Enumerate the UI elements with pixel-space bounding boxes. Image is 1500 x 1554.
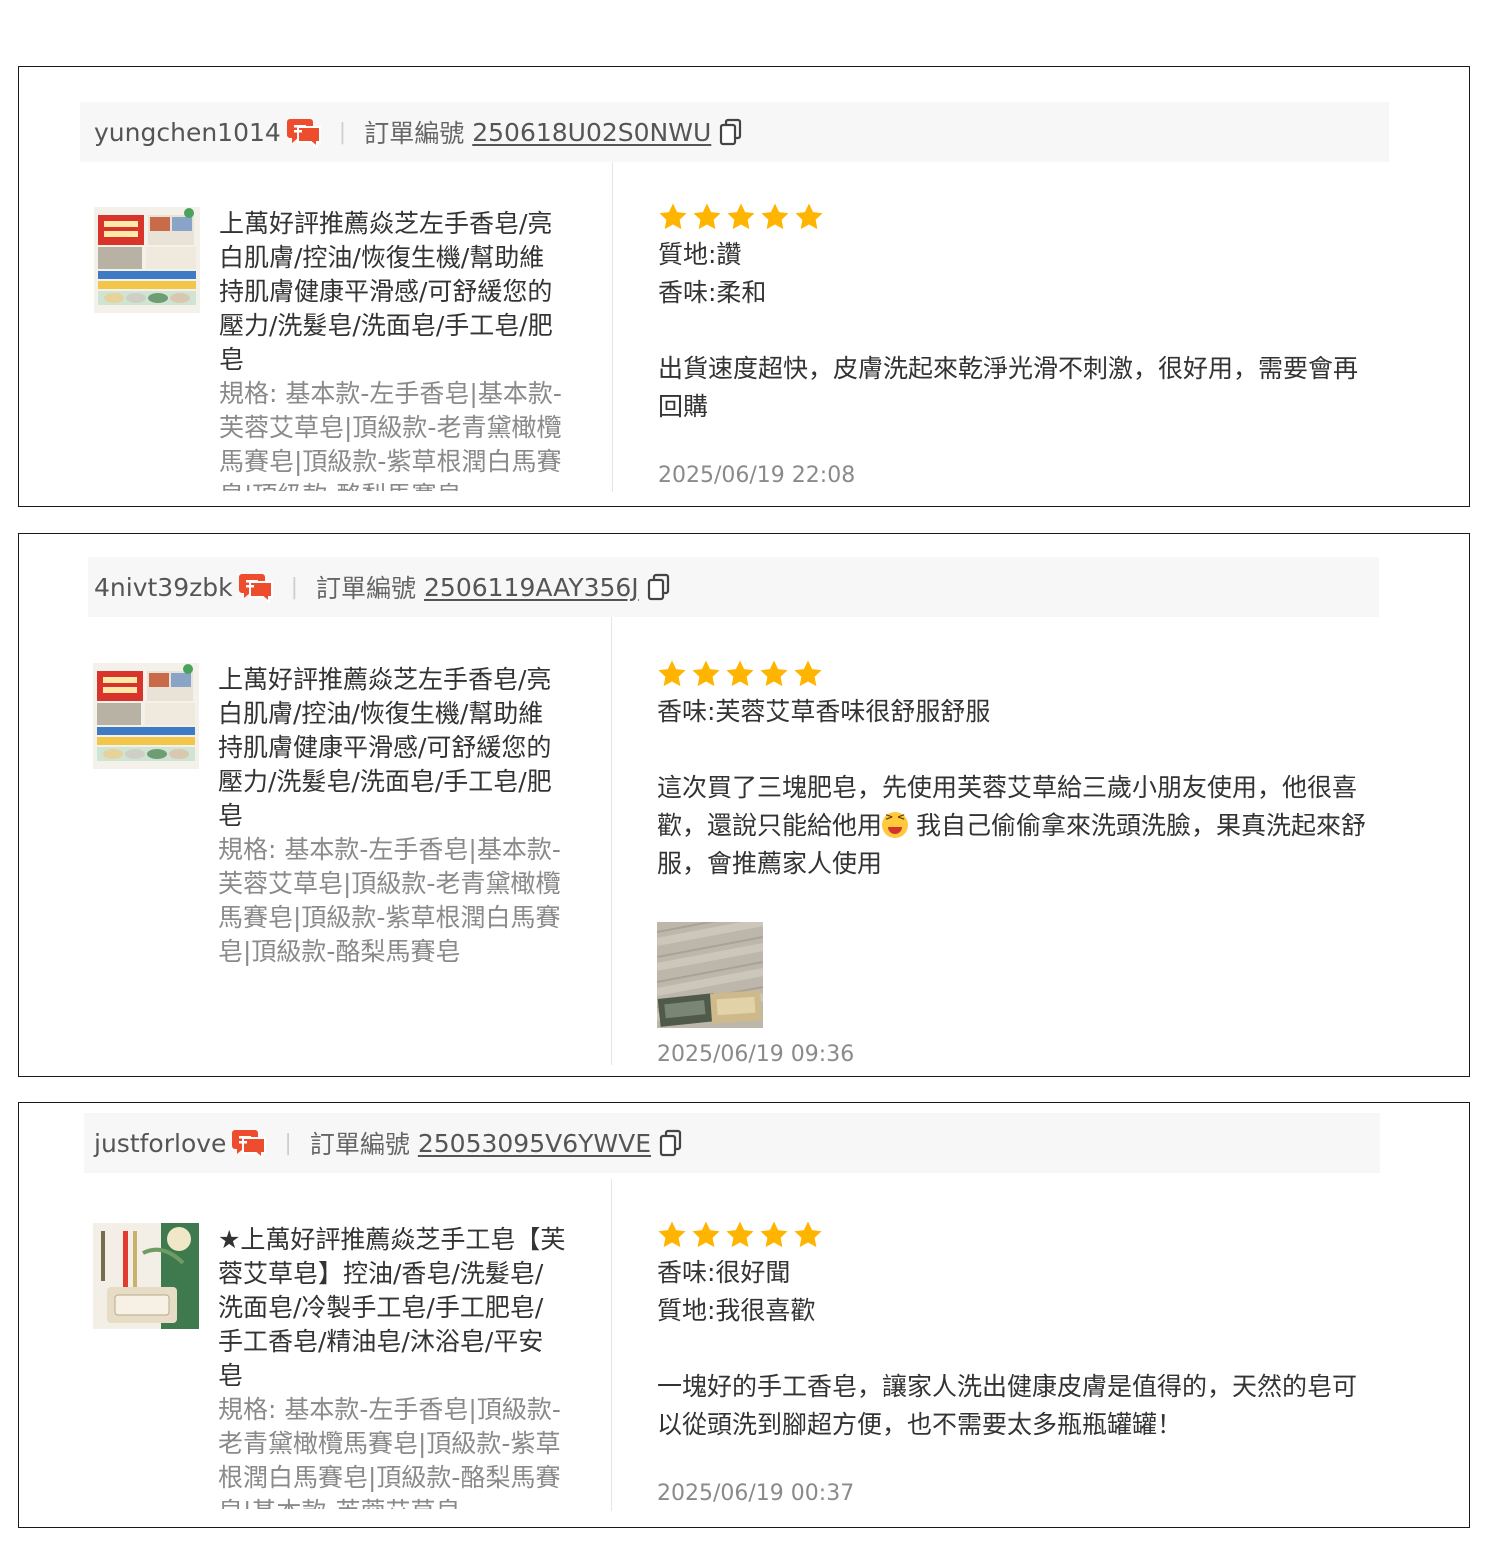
order-label: 訂單編號 — [309, 1130, 410, 1159]
review-content: 質地:讚 香味:柔和 出貨速度超快，皮膚洗起來乾淨光滑不刺激，很好用，需要會再回… — [658, 202, 1378, 426]
product-info: 上萬好評推薦焱芝左手香皂/亮白肌膚/控油/恢復生機/幫助維持肌膚健康平滑感/可舒… — [218, 663, 568, 973]
review-header: justforlove | 訂單編號 25053095V6YWVE — [84, 1113, 1380, 1173]
star-icon — [793, 659, 823, 689]
product-thumbnail[interactable] — [93, 1223, 199, 1329]
product-name[interactable]: ★上萬好評推薦焱芝手工皂【芙蓉艾草皂】控油/香皂/洗髮皂/洗面皂/冷製手工皂/手… — [218, 1223, 568, 1393]
product-info: 上萬好評推薦焱芝左手香皂/亮白肌膚/控油/恢復生機/幫助維持肌膚健康平滑感/可舒… — [219, 207, 569, 491]
order-label: 訂單編號 — [316, 574, 417, 603]
star-icon — [725, 659, 755, 689]
column-divider — [612, 162, 613, 492]
review-content: 香味:芙蓉艾草香味很舒服舒服 這次買了三塊肥皂，先使用芙蓉艾草給三歲小朋友使用，… — [657, 659, 1377, 883]
review-attribute: 香味:芙蓉艾草香味很舒服舒服 — [657, 697, 991, 726]
rating-stars — [657, 659, 1377, 689]
star-icon — [760, 202, 790, 232]
review-time: 2025/06/19 00:37 — [657, 1481, 855, 1506]
rating-stars — [657, 1220, 1377, 1250]
review-header: 4nivt39zbk | 訂單編號 2506119AAY356J — [88, 557, 1379, 617]
review-card: yungchen1014 | 訂單編號 250618U02S0NWU 上萬好評推… — [18, 66, 1470, 507]
buyer-username[interactable]: 4nivt39zbk — [94, 573, 233, 602]
product-thumbnail[interactable] — [93, 663, 199, 769]
star-icon — [759, 659, 789, 689]
review-card: justforlove | 訂單編號 25053095V6YWVE ★上萬好評推… — [18, 1102, 1470, 1528]
review-comment: 一塊好的手工香皂，讓家人洗出健康皮膚是值得的，￼天然的皂可以從頭洗到腳超方便，也… — [657, 1372, 1358, 1439]
chat-icon[interactable] — [232, 1126, 266, 1160]
review-time: 2025/06/19 22:08 — [658, 463, 856, 488]
star-icon — [657, 1220, 687, 1250]
product-variation: 規格: 基本款-左手香皂|基本款-芙蓉艾草皂|頂級款-老青黛橄欖馬賽皂|頂級款-… — [219, 379, 562, 491]
review-time: 2025/06/19 09:36 — [657, 1042, 855, 1067]
chat-icon[interactable] — [287, 115, 321, 149]
laughing-emoji-icon — [882, 812, 909, 838]
column-divider — [611, 1179, 612, 1511]
header-separator: | — [290, 574, 298, 600]
star-icon — [725, 1220, 755, 1250]
copy-icon[interactable] — [647, 573, 671, 601]
copy-icon[interactable] — [719, 118, 743, 146]
review-attribute: 質地:讚 — [658, 240, 742, 269]
review-attribute: 香味:柔和 — [658, 278, 767, 307]
order-number-link[interactable]: 2506119AAY356J — [424, 573, 639, 602]
product-variation: 規格: 基本款-左手香皂|頂級款-老青黛橄欖馬賽皂|頂級款-紫草根潤白馬賽皂|頂… — [218, 1395, 561, 1509]
star-icon — [759, 1220, 789, 1250]
chat-icon[interactable] — [239, 570, 273, 604]
review-attribute: 質地:我很喜歡 — [657, 1296, 816, 1325]
review-header: yungchen1014 | 訂單編號 250618U02S0NWU — [80, 102, 1389, 162]
star-icon — [794, 202, 824, 232]
product-name[interactable]: 上萬好評推薦焱芝左手香皂/亮白肌膚/控油/恢復生機/幫助維持肌膚健康平滑感/可舒… — [218, 663, 568, 833]
product-thumbnail[interactable] — [94, 207, 200, 313]
product-variation: 規格: 基本款-左手香皂|基本款-芙蓉艾草皂|頂級款-老青黛橄欖馬賽皂|頂級款-… — [218, 835, 561, 966]
order-number-link[interactable]: 250618U02S0NWU — [472, 118, 711, 147]
header-separator: | — [284, 1130, 292, 1156]
review-content: 香味:很好聞 質地:我很喜歡 一塊好的手工香皂，讓家人洗出健康皮膚是值得的，￼天… — [657, 1220, 1377, 1444]
star-icon — [691, 659, 721, 689]
star-icon — [692, 202, 722, 232]
order-label: 訂單編號 — [364, 119, 465, 148]
star-icon — [691, 1220, 721, 1250]
rating-stars — [658, 202, 1378, 232]
review-attribute: 香味:很好聞 — [657, 1258, 791, 1287]
header-separator: | — [338, 119, 347, 145]
column-divider — [611, 617, 612, 1065]
buyer-username[interactable]: justforlove — [94, 1129, 226, 1158]
star-icon — [657, 659, 687, 689]
star-icon — [726, 202, 756, 232]
order-number-link[interactable]: 25053095V6YWVE — [418, 1129, 651, 1158]
star-icon — [658, 202, 688, 232]
review-comment: 出貨速度超快，皮膚洗起來乾淨光滑不刺激，很好用，需要會再回購 — [658, 354, 1359, 421]
star-icon — [793, 1220, 823, 1250]
review-comment: 這次買了三塊肥皂，先使用芙蓉艾草給三歲小朋友使用，他很喜歡，還說只能給他用 我自… — [657, 769, 1377, 883]
buyer-username[interactable]: yungchen1014 — [94, 118, 281, 147]
copy-icon[interactable] — [659, 1129, 683, 1157]
product-name[interactable]: 上萬好評推薦焱芝左手香皂/亮白肌膚/控油/恢復生機/幫助維持肌膚健康平滑感/可舒… — [219, 207, 569, 377]
review-photo[interactable] — [657, 922, 763, 1028]
product-info: ★上萬好評推薦焱芝手工皂【芙蓉艾草皂】控油/香皂/洗髮皂/洗面皂/冷製手工皂/手… — [218, 1223, 568, 1509]
review-card: 4nivt39zbk | 訂單編號 2506119AAY356J 上萬好評推薦焱… — [18, 533, 1470, 1077]
